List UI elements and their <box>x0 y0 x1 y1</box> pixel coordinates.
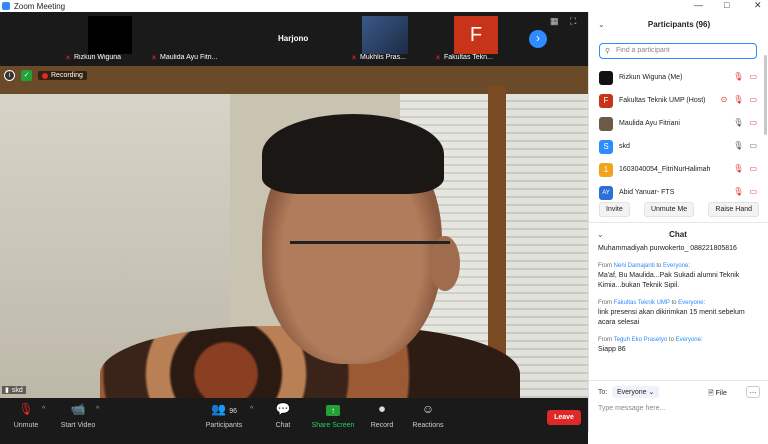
list-item[interactable]: S skd 🎙 ▭ <box>589 135 765 158</box>
window-title: Zoom Meeting <box>14 1 66 11</box>
file-button[interactable]: 🗎 File <box>708 389 727 400</box>
file-icon: 🗎 <box>708 390 714 397</box>
meeting-area: ✕ Rizkun Wiguna ✕ Maulida Ayu Fitri... H… <box>0 12 588 444</box>
list-item[interactable]: Rizkun Wiguna (Me) 🎙 ▭ <box>589 66 765 89</box>
participant-tile[interactable]: ✕ Maulida Ayu Fitri... <box>148 16 228 64</box>
mic-muted-icon: 🎙 <box>733 164 744 173</box>
avatar: AY <box>599 185 613 200</box>
person-hair <box>262 114 444 194</box>
record-dot-icon <box>42 72 48 79</box>
list-item[interactable]: Maulida Ayu Fitriani 🎙 ▭ <box>589 112 765 135</box>
avatar: F <box>454 16 498 54</box>
more-options-button[interactable]: … <box>746 386 760 398</box>
video-thumbnail <box>88 16 132 54</box>
maximize-button[interactable]: □ <box>724 0 729 10</box>
title-bar: Zoom Meeting — □ ✕ <box>0 0 768 12</box>
video-off-icon: ▭ <box>749 72 757 81</box>
active-speaker-video <box>0 66 588 398</box>
record-icon: ⏺ <box>378 402 385 416</box>
chat-compose: To: Everyone ⌄ 🗎 File … Type message her… <box>588 380 768 432</box>
meeting-status: i ✓ Recording <box>4 70 87 81</box>
video-off-icon: ▭ <box>749 164 757 173</box>
chat-message: Muhammadiyah purwokerto_ 088221805816 <box>598 245 737 252</box>
mic-muted-icon: 🎙 <box>733 72 744 81</box>
tile-name: Mukhlis Pras... <box>360 54 406 61</box>
participant-tile[interactable]: F ✕ Fakultas Tekn... <box>432 16 502 64</box>
message-input[interactable]: Type message here... <box>598 405 665 412</box>
mic-muted-icon: 🎙 <box>733 95 744 104</box>
tile-name: Maulida Ayu Fitri... <box>160 54 218 61</box>
video-off-icon: ▭ <box>749 95 757 104</box>
avatar: 1 <box>599 162 613 177</box>
list-item[interactable]: F Fakultas Teknik UMP (Host) ⊙ 🎙 ▭ <box>589 89 765 112</box>
mic-icon: 🎙 <box>733 141 744 150</box>
share-screen-button[interactable]: ↑ Share Screen <box>308 402 358 429</box>
share-screen-icon: ↑ <box>308 402 358 418</box>
glasses <box>290 241 450 261</box>
fullscreen-icon[interactable]: ⛶ <box>570 16 576 27</box>
participant-list: Rizkun Wiguna (Me) 🎙 ▭ F Fakultas Teknik … <box>589 66 765 204</box>
close-button[interactable]: ✕ <box>754 0 762 11</box>
participant-tile[interactable]: ✕ Mukhlis Pras... <box>348 16 412 64</box>
chat-message: From Fakultas Teknik UMP to Everyone: li… <box>598 300 745 326</box>
participants-title: Participants (96) <box>647 20 711 29</box>
avatar: F <box>599 93 613 108</box>
chat-message: From Neni Damajanti to Everyone: Ma'af, … <box>598 263 740 289</box>
tile-name: Fakultas Tekn... <box>444 54 493 61</box>
reactions-icon: ☺ <box>421 402 435 416</box>
recipient-select[interactable]: Everyone ⌄ <box>612 386 660 398</box>
recording-indicator[interactable]: Recording <box>38 71 87 80</box>
minimize-button[interactable]: — <box>694 0 703 10</box>
recording-icon: ⊙ <box>720 95 728 104</box>
chevron-down-icon: ⌄ <box>648 389 655 396</box>
participant-actions: Invite Unmute Me Raise Hand <box>599 202 759 217</box>
record-button[interactable]: ⏺ Record <box>357 402 407 429</box>
speaker-view-icon[interactable]: ▦ <box>550 16 559 27</box>
participants-scrollbar[interactable] <box>764 55 767 135</box>
avatar <box>599 116 613 131</box>
search-icon: ⚲ <box>605 48 611 55</box>
chat-button[interactable]: 💬 Chat <box>258 402 308 429</box>
mic-icon: 🎙 <box>733 118 744 127</box>
list-item[interactable]: 1 1603040054_FitriNurHalimah 🎙 ▭ <box>589 158 765 181</box>
participant-tile[interactable]: ✕ Rizkun Wiguna <box>62 16 132 64</box>
recording-label: Recording <box>51 72 83 79</box>
chat-message: From Teguh Eko Prasetyo to Everyone: Sia… <box>598 337 703 353</box>
video-on-icon: ▭ <box>749 141 757 150</box>
reactions-button[interactable]: ☺ Reactions <box>403 402 453 429</box>
video-off-icon: ▭ <box>749 118 757 127</box>
avatar <box>599 70 613 85</box>
leave-button[interactable]: Leave <box>547 410 581 425</box>
mic-muted-icon: 🎙 <box>733 187 744 196</box>
speaker-name-label: ▮ skd <box>2 386 26 394</box>
participants-icon: 👥 96 <box>210 402 238 416</box>
zoom-logo-icon <box>2 2 10 10</box>
signal-bars-icon: ▮ <box>5 387 9 394</box>
unmute-me-button[interactable]: Unmute Me <box>643 202 695 217</box>
avatar: S <box>599 139 613 154</box>
chat-panel: ⌄ Chat Muhammadiyah purwokerto_ 08822180… <box>588 222 768 380</box>
chat-icon: 💬 <box>275 402 291 416</box>
chat-title: Chat <box>669 230 687 239</box>
list-item[interactable]: AY Abid Yanuar- FTS 🎙 ▭ <box>589 181 765 204</box>
thumbnail-strip: ✕ Rizkun Wiguna ✕ Maulida Ayu Fitri... H… <box>0 12 588 66</box>
participants-options-chevron-icon[interactable]: ^ <box>250 406 253 413</box>
search-input[interactable]: ⚲ Find a participant <box>599 43 757 59</box>
info-icon[interactable]: i <box>4 70 15 81</box>
invite-button[interactable]: Invite <box>599 202 630 217</box>
chat-messages: Muhammadiyah purwokerto_ 088221805816 Fr… <box>598 244 756 362</box>
meeting-toolbar: 🎙 Unmute ^ 📹 Start Video ^ 👥 96 Particip… <box>0 398 588 444</box>
audio-options-chevron-icon[interactable]: ^ <box>42 406 45 413</box>
tile-name: Rizkun Wiguna <box>74 54 122 61</box>
participants-button[interactable]: 👥 96 Participants <box>199 402 249 429</box>
security-shield-icon[interactable]: ✓ <box>21 70 32 81</box>
tile-name[interactable]: Harjono <box>278 34 308 43</box>
video-options-chevron-icon[interactable]: ^ <box>96 406 99 413</box>
window-blinds-right <box>506 94 588 398</box>
raise-hand-button[interactable]: Raise Hand <box>708 202 759 217</box>
video-thumbnail <box>362 16 408 54</box>
video-off-icon: ▭ <box>749 187 757 196</box>
next-page-button[interactable]: › <box>529 30 547 48</box>
to-label: To: <box>598 389 608 396</box>
